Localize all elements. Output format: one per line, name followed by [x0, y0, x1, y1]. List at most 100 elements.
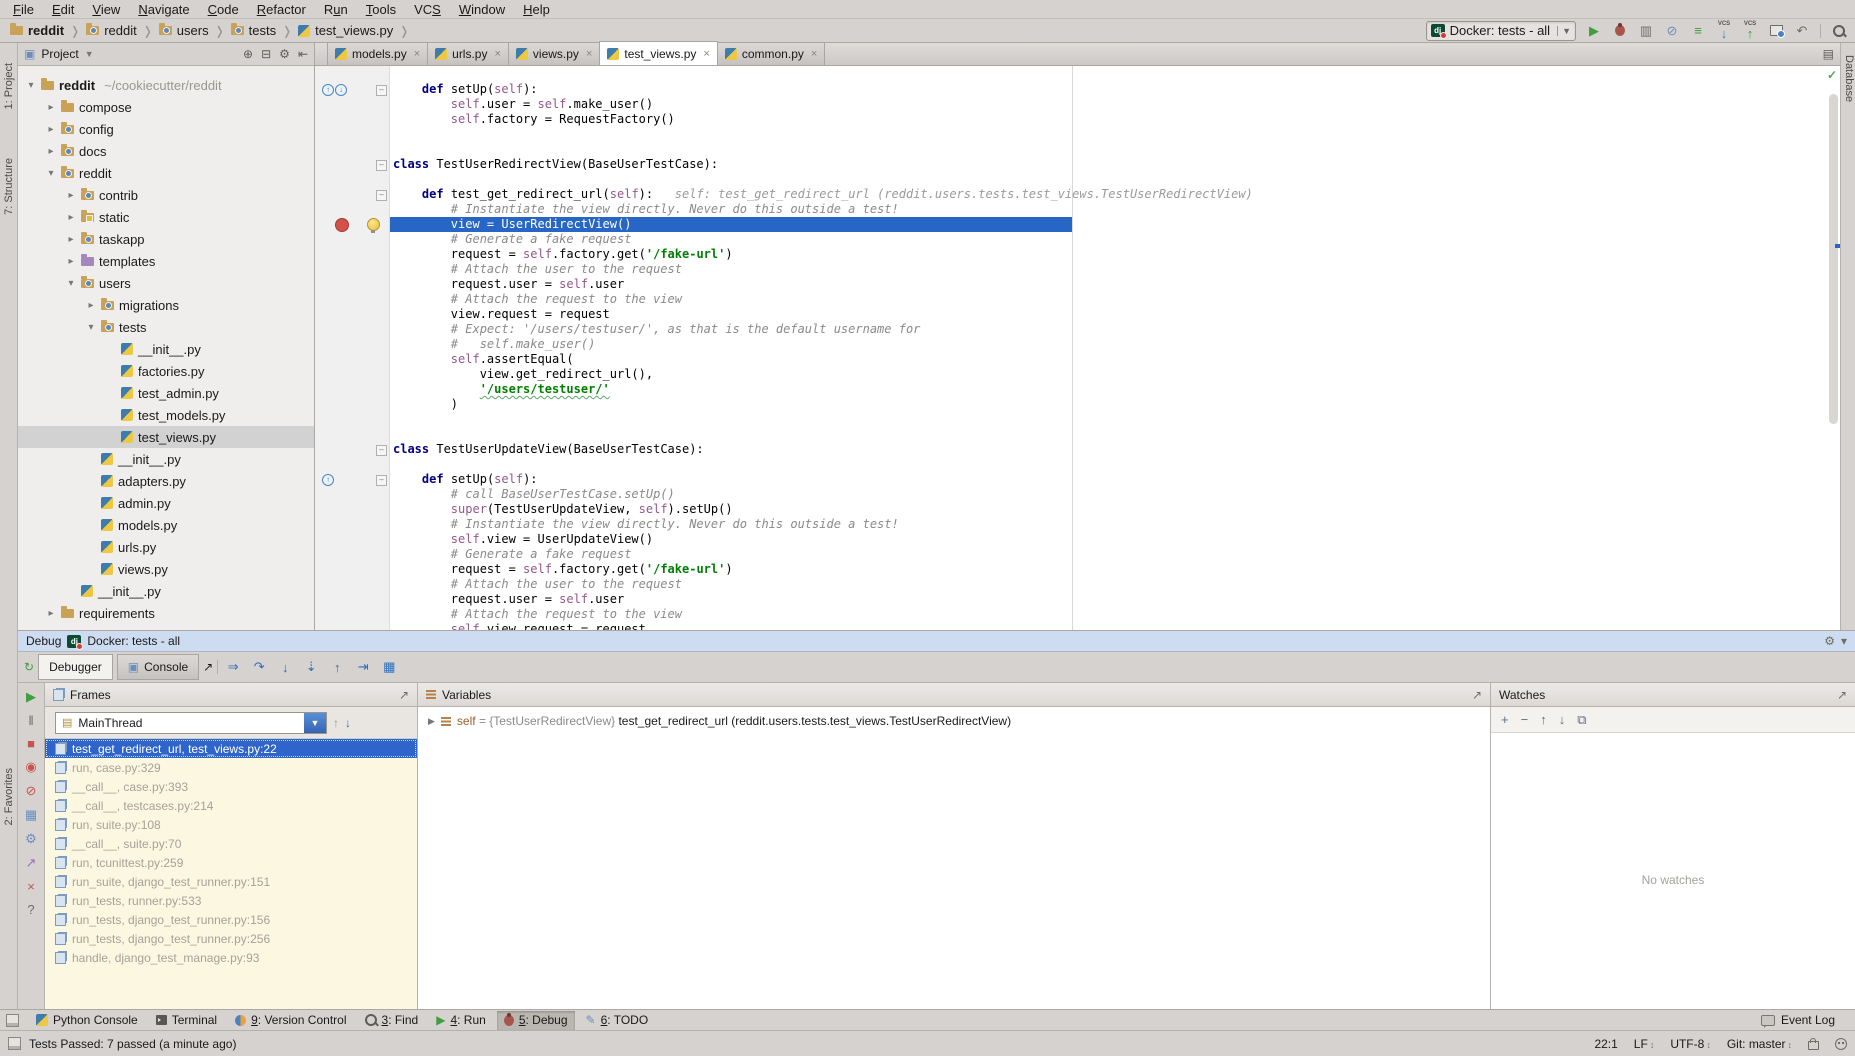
run-button[interactable]: ▶ [1586, 22, 1602, 40]
frame-row[interactable]: run_tests, runner.py:533 [45, 891, 417, 910]
tree-item-__init__-py[interactable]: __init__.py [18, 338, 314, 360]
tree-item-contrib[interactable]: ▸contrib [18, 184, 314, 206]
tree-item-test_models-py[interactable]: test_models.py [18, 404, 314, 426]
code-line[interactable]: super(TestUserUpdateView, self).setUp() [315, 502, 1840, 517]
menu-item-tools[interactable]: Tools [357, 2, 405, 17]
vcs-update-button[interactable]: VCS↓ [1716, 22, 1732, 40]
frame-row[interactable]: __call__, suite.py:70 [45, 834, 417, 853]
menu-item-edit[interactable]: Edit [43, 2, 83, 17]
tree-toggle-icon[interactable]: ▸ [46, 124, 56, 135]
float-panel-icon[interactable]: ↗ [399, 688, 409, 702]
editor-tab-views-py[interactable]: views.py× [508, 42, 600, 65]
code-line[interactable]: def test_get_redirect_url(self): self: t… [315, 187, 1840, 202]
frame-row[interactable]: run, case.py:329 [45, 758, 417, 777]
code-line[interactable]: # Generate a fake request [315, 232, 1840, 247]
move-watch-down-button[interactable]: ↓ [1559, 712, 1566, 727]
float-panel-icon[interactable]: ↗ [1472, 688, 1482, 702]
code-line[interactable]: self.assertEqual( [315, 352, 1840, 367]
code-line[interactable] [315, 172, 1840, 187]
remote-host-button[interactable] [1768, 22, 1784, 40]
menu-item-refactor[interactable]: Refactor [248, 2, 315, 17]
hide-panel-icon[interactable]: ▾ [1841, 634, 1847, 648]
debug-button[interactable] [1612, 22, 1628, 40]
vcs-commit-button[interactable]: VCS↑ [1742, 22, 1758, 40]
move-watch-up-button[interactable]: ↑ [1540, 712, 1547, 727]
code-line[interactable]: self.view = UserUpdateView() [315, 532, 1840, 547]
close-tab-icon[interactable]: × [414, 48, 420, 60]
debug-tab-console[interactable]: ▣Console [117, 654, 199, 680]
rerun-button[interactable]: ↻ [24, 660, 34, 674]
settings-button[interactable]: ⚙ [279, 47, 290, 61]
editor-tab-test_views-py[interactable]: test_views.py× [599, 41, 717, 65]
code-line[interactable]: # Expect: '/users/testuser/', as that is… [315, 322, 1840, 337]
stop-button[interactable]: ■ [27, 736, 35, 751]
tool-window-button-find[interactable]: 3: Find [358, 1011, 426, 1030]
menu-item-view[interactable]: View [83, 2, 129, 17]
tree-toggle-icon[interactable]: ▾ [66, 278, 76, 289]
tree-toggle-icon[interactable]: ▾ [26, 80, 36, 91]
code-line[interactable] [315, 127, 1840, 142]
tree-toggle-icon[interactable]: ▸ [66, 190, 76, 201]
code-line[interactable]: request = self.factory.get('/fake-url') [315, 247, 1840, 262]
tree-item-taskapp[interactable]: ▸taskapp [18, 228, 314, 250]
code-line[interactable]: '/users/testuser/' [315, 382, 1840, 397]
tree-item-users[interactable]: ▾users [18, 272, 314, 294]
tree-item-docs[interactable]: ▸docs [18, 140, 314, 162]
frame-row[interactable]: __call__, testcases.py:214 [45, 796, 417, 815]
code-line[interactable]: # Attach the user to the request [315, 577, 1840, 592]
menu-item-code[interactable]: Code [199, 2, 248, 17]
tree-item-models-py[interactable]: models.py [18, 514, 314, 536]
fold-marker-icon[interactable]: – [376, 190, 387, 201]
editor-scrollbar[interactable] [1829, 94, 1838, 424]
code-line[interactable]: class TestUserRedirectView(BaseUserTestC… [315, 157, 1840, 172]
menu-item-run[interactable]: Run [315, 2, 357, 17]
code-area[interactable]: def setUp(self): self.user = self.make_u… [315, 66, 1840, 630]
tree-item-urls-py[interactable]: urls.py [18, 536, 314, 558]
tool-stripe-button[interactable]: Database [1843, 55, 1855, 102]
breadcrumb-item[interactable]: test_views.py [296, 23, 395, 38]
float-panel-icon[interactable]: ↗ [1837, 688, 1847, 702]
tree-item-factories-py[interactable]: factories.py [18, 360, 314, 382]
frame-row[interactable]: run_tests, django_test_runner.py:156 [45, 910, 417, 929]
close-button[interactable]: × [27, 879, 35, 894]
code-line[interactable]: # self.make_user() [315, 337, 1840, 352]
code-line[interactable]: request.user = self.user [315, 592, 1840, 607]
run-configuration-select[interactable]: dj Docker: tests - all ▼ [1426, 21, 1576, 41]
fold-marker-icon[interactable]: – [376, 160, 387, 171]
code-line[interactable] [315, 142, 1840, 157]
event-log-button[interactable]: Event Log [1761, 1013, 1849, 1027]
breadcrumb-item[interactable]: reddit [84, 23, 139, 38]
override-marker-icon[interactable]: ↑ [322, 474, 334, 486]
tool-window-button-run[interactable]: ▶4: Run [429, 1011, 493, 1030]
pause-button[interactable]: ‖ [28, 713, 33, 728]
code-line[interactable]: def setUp(self): [315, 472, 1840, 487]
frame-row[interactable]: test_get_redirect_url, test_views.py:22 [45, 739, 417, 758]
close-tab-icon[interactable]: × [811, 48, 817, 60]
tree-toggle-icon[interactable]: ▸ [66, 212, 76, 223]
menu-item-window[interactable]: Window [450, 2, 514, 17]
frame-row[interactable]: run, suite.py:108 [45, 815, 417, 834]
code-line[interactable]: view.request = request [315, 307, 1840, 322]
menu-item-vcs[interactable]: VCS [405, 2, 450, 17]
code-line[interactable]: # Attach the user to the request [315, 262, 1840, 277]
search-icon[interactable] [1831, 22, 1847, 40]
code-line[interactable]: view.get_redirect_url(), [315, 367, 1840, 382]
intention-bulb-icon[interactable] [367, 218, 380, 231]
code-line[interactable]: self.view.request = request [315, 622, 1840, 630]
view-breakpoints-button[interactable]: ◉ [25, 759, 36, 775]
undo-button[interactable]: ↶ [1794, 22, 1810, 40]
tree-item-test_admin-py[interactable]: test_admin.py [18, 382, 314, 404]
menu-item-navigate[interactable]: Navigate [129, 2, 198, 17]
tree-item-tests[interactable]: ▾tests [18, 316, 314, 338]
code-line[interactable]: request = self.factory.get('/fake-url') [315, 562, 1840, 577]
breakpoint-icon[interactable] [335, 218, 349, 232]
code-line[interactable]: self.factory = RequestFactory() [315, 112, 1840, 127]
step-into-my-code-icon[interactable]: ⇣ [300, 659, 322, 675]
lock-icon[interactable] [1808, 1041, 1819, 1050]
next-frame-button[interactable]: ↓ [345, 716, 351, 730]
run-with-coverage-button[interactable]: ≡ [1690, 22, 1706, 40]
tab-list-icon[interactable]: ▤ [1823, 47, 1834, 61]
editor-tab-common-py[interactable]: common.py× [717, 42, 825, 65]
fold-marker-icon[interactable]: – [376, 85, 387, 96]
tree-toggle-icon[interactable]: ▾ [46, 168, 56, 179]
